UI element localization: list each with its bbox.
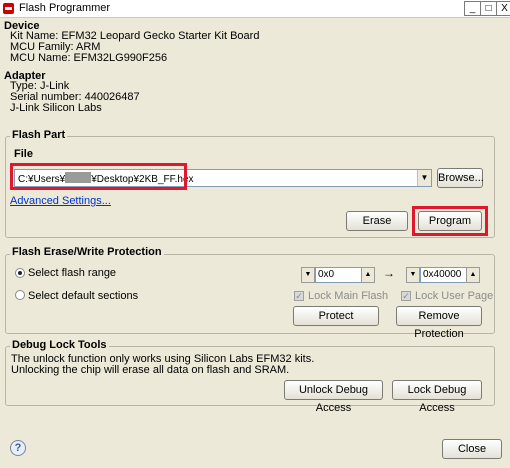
file-path-highlight	[10, 163, 187, 190]
protection-legend: Flash Erase/Write Protection	[10, 246, 164, 258]
debug-lock-legend: Debug Lock Tools	[10, 339, 109, 351]
lock-user-checkbox[interactable]: ✓	[401, 291, 411, 301]
debug-lock-line2: Unlocking the chip will erase all data o…	[11, 364, 290, 376]
select-default-radio[interactable]	[15, 290, 25, 300]
lock-main-label: Lock Main Flash	[308, 290, 389, 302]
advanced-settings-link[interactable]: Advanced Settings...	[10, 195, 111, 207]
range-end-down[interactable]: ▼	[406, 267, 420, 283]
close-window-button[interactable]: X	[496, 1, 510, 16]
minimize-button[interactable]: _	[464, 1, 481, 16]
remove-protection-button[interactable]: Remove Protection	[396, 306, 482, 340]
lock-debug-button[interactable]: Lock Debug Access	[392, 380, 482, 414]
close-button[interactable]: Close	[442, 439, 502, 459]
lock-main-checkbox[interactable]: ✓	[294, 291, 304, 301]
lock-user-label: Lock User Page	[415, 290, 494, 302]
mcu-name: MCU Name: EFM32LG990F256	[10, 52, 168, 64]
maximize-button[interactable]: □	[480, 1, 497, 16]
range-arrow-icon: →	[383, 266, 395, 280]
program-highlight	[412, 206, 488, 236]
app-icon	[3, 3, 14, 14]
select-default-label: Select default sections	[28, 290, 139, 302]
range-start-up[interactable]: ▲	[361, 267, 375, 283]
range-end-field[interactable]: 0x40000	[420, 267, 467, 283]
browse-button[interactable]: Browse...	[437, 168, 484, 188]
protect-button[interactable]: Protect	[293, 306, 379, 326]
unlock-debug-button[interactable]: Unlock Debug Access	[284, 380, 383, 414]
file-label: File	[14, 148, 33, 160]
select-range-radio[interactable]	[15, 268, 25, 278]
range-end-up[interactable]: ▲	[466, 267, 480, 283]
window-title: Flash Programmer	[19, 2, 111, 14]
adapter-name: J-Link Silicon Labs	[10, 102, 102, 114]
title-bar: Flash Programmer _ □ X	[0, 0, 510, 18]
chevron-down-icon[interactable]: ▼	[417, 170, 431, 186]
range-start-field[interactable]: 0x0	[315, 267, 362, 283]
select-range-label: Select flash range	[28, 267, 117, 279]
erase-button[interactable]: Erase	[346, 211, 408, 231]
range-start-down[interactable]: ▼	[301, 267, 315, 283]
flash-part-legend: Flash Part	[10, 129, 68, 141]
help-icon[interactable]: ?	[10, 440, 26, 456]
